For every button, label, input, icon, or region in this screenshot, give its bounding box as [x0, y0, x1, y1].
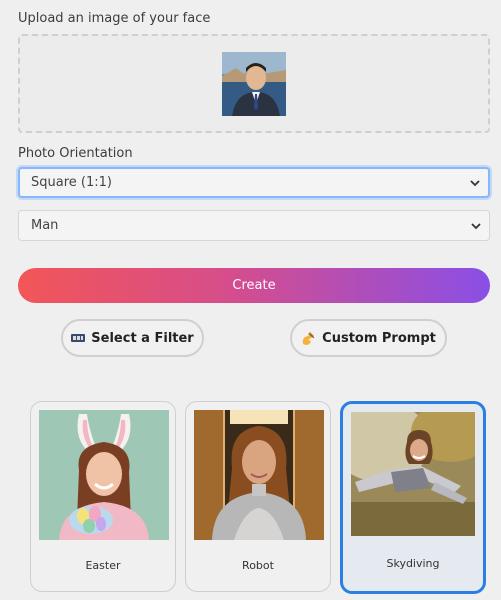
custom-prompt-button[interactable]: Custom Prompt [290, 319, 447, 357]
image-dropzone[interactable] [18, 34, 490, 133]
skydiving-filter-image [351, 412, 475, 536]
filter-card-robot[interactable]: Robot [185, 401, 331, 592]
filter-card-easter[interactable]: Easter [30, 401, 176, 592]
chevron-down-icon [470, 179, 480, 186]
select-filter-button[interactable]: Select a Filter [61, 319, 204, 357]
orientation-select[interactable]: Square (1:1) [18, 167, 490, 198]
uploaded-face-thumbnail [222, 52, 286, 116]
robot-filter-image [194, 410, 324, 540]
create-button[interactable]: Create [18, 268, 490, 303]
upload-label: Upload an image of your face [18, 11, 211, 26]
easter-filter-image [39, 410, 169, 540]
filter-caption-skydiving: Skydiving [386, 557, 440, 570]
writing-hand-icon [302, 331, 315, 345]
filter-caption-easter: Easter [85, 559, 121, 572]
orientation-label: Photo Orientation [18, 146, 133, 161]
custom-prompt-label: Custom Prompt [322, 330, 436, 346]
gender-selected-value: Man [31, 218, 59, 233]
filter-caption-robot: Robot [242, 559, 274, 572]
orientation-selected-value: Square (1:1) [31, 175, 112, 190]
gender-select[interactable]: Man [18, 210, 490, 241]
chevron-down-icon [471, 222, 481, 229]
film-frames-icon [71, 334, 86, 342]
select-filter-label: Select a Filter [91, 330, 194, 346]
filter-card-skydiving[interactable]: Skydiving [340, 401, 486, 594]
